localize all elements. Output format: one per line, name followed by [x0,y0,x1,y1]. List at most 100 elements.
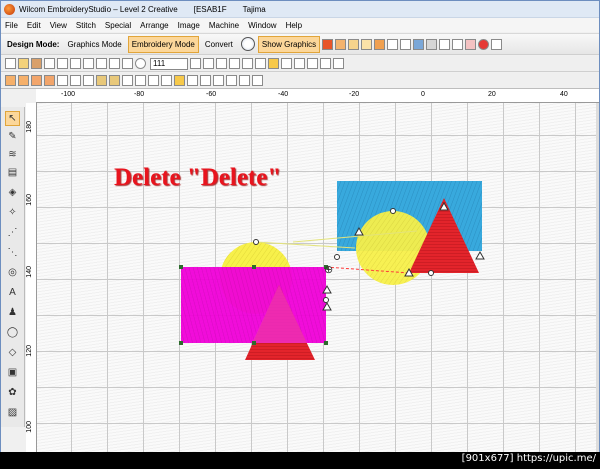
zoom-icon[interactable] [135,58,146,69]
menu-window[interactable]: Window [248,21,276,30]
stop-icon[interactable] [478,38,490,50]
object-icon-7[interactable] [83,75,94,86]
redo-icon[interactable] [122,58,133,69]
thread-icon[interactable] [268,58,279,69]
object-icon-2[interactable] [18,75,29,86]
ellipse-icon[interactable]: ◯ [5,325,20,340]
menu-help[interactable]: Help [286,21,302,30]
outline-icon[interactable]: ◈ [5,185,20,200]
menu-arrange[interactable]: Arrange [140,21,168,30]
palette-icon[interactable] [465,38,477,50]
group-icon[interactable] [294,58,305,69]
save-icon[interactable] [31,58,42,69]
menu-file[interactable]: File [5,21,18,30]
object-icon-4[interactable] [44,75,55,86]
print-icon[interactable] [44,58,55,69]
vertical-scrollbar[interactable] [596,103,599,453]
reshape-icon[interactable]: ✎ [5,129,20,144]
object-icon-20[interactable] [252,75,263,86]
list-icon[interactable] [452,38,464,50]
check-icon[interactable] [255,58,266,69]
picture-icon[interactable] [413,38,425,50]
cursor-icon: ⊕ [324,264,333,276]
satin-icon[interactable] [335,38,347,50]
menu-view[interactable]: View [50,21,67,30]
yellow-circle-right[interactable] [356,211,430,285]
zoom-input[interactable]: 111 [150,57,188,70]
rectangle-icon[interactable]: ◇ [5,345,20,360]
settings-icon[interactable] [491,38,503,50]
pan-icon[interactable] [190,58,201,69]
object-icon-11[interactable] [135,75,146,86]
graphics-mode-button[interactable]: Graphics Mode [63,36,125,53]
layers-icon[interactable]: ▣ [5,365,20,380]
flower-icon[interactable]: ✿ [5,385,20,400]
ruler-label: 0 [421,91,425,98]
fill-icon[interactable] [374,38,386,50]
applique-icon[interactable]: ◎ [5,265,20,280]
align-icon[interactable] [281,58,292,69]
object-icon-1[interactable] [5,75,16,86]
hatch-icon[interactable]: ▨ [5,405,20,420]
column-icon[interactable]: ⋱ [5,245,20,260]
hoop-icon[interactable] [242,58,253,69]
globe-icon[interactable] [240,37,255,51]
standard-toolbar: 111 [1,56,599,72]
app-logo-icon [4,3,15,15]
convert-button[interactable]: Convert [201,36,237,53]
3d-icon[interactable] [229,58,240,69]
object-icon-5[interactable] [57,75,68,86]
object-icon-3[interactable] [31,75,42,86]
trueview-icon[interactable] [216,58,227,69]
magenta-rectangle[interactable] [181,267,326,343]
application-window: Wilcom EmbroideryStudio – Level 2 Creati… [0,0,600,469]
arrange-icon[interactable] [320,58,331,69]
design-mode-toolbar: Design Mode: Graphics Mode Embroidery Mo… [1,33,599,55]
run-icon[interactable] [361,38,373,50]
digitize-icon[interactable]: ✧ [5,205,20,220]
object-icon-10[interactable] [122,75,133,86]
object-icon-12[interactable] [148,75,159,86]
menu-edit[interactable]: Edit [27,21,41,30]
run-icon[interactable]: ⋰ [5,225,20,240]
menu-stitch[interactable]: Stitch [76,21,96,30]
print-preview-icon[interactable] [57,58,68,69]
show-graphics-button[interactable]: Show Graphics [257,35,321,53]
stitch-icon[interactable]: ≋ [5,147,20,162]
object-icon-14[interactable] [174,75,185,86]
menu-image[interactable]: Image [178,21,200,30]
object-icon-9[interactable] [109,75,120,86]
object-icon-19[interactable] [239,75,250,86]
cut-icon[interactable] [70,58,81,69]
stitch-type-icon[interactable] [322,38,334,50]
ruler-label: 20 [488,91,496,98]
object-icon-17[interactable] [213,75,224,86]
monogram-icon[interactable]: ♟ [5,305,20,320]
lock-icon[interactable] [307,58,318,69]
object-icon-18[interactable] [226,75,237,86]
copy-icon[interactable] [83,58,94,69]
object-icon-6[interactable] [70,75,81,86]
fill-icon[interactable]: ▤ [5,165,20,180]
object-icon-16[interactable] [200,75,211,86]
grid-icon[interactable] [387,38,399,50]
table-icon[interactable] [400,38,412,50]
grid-2-icon[interactable] [439,38,451,50]
embroidery-mode-button[interactable]: Embroidery Mode [127,35,199,53]
object-icon-13[interactable] [161,75,172,86]
shield-icon[interactable] [426,38,438,50]
object-icon-8[interactable] [96,75,107,86]
distribute-icon[interactable] [333,58,344,69]
menu-special[interactable]: Special [105,21,131,30]
design-canvas[interactable]: ⊕ Delete "Delete" [37,103,597,453]
show-stitches-icon[interactable] [203,58,214,69]
pointer-icon[interactable]: ↖ [5,111,20,126]
text-icon[interactable]: A [5,285,20,300]
paste-icon[interactable] [96,58,107,69]
new-icon[interactable] [5,58,16,69]
tatami-icon[interactable] [348,38,360,50]
open-icon[interactable] [18,58,29,69]
menu-machine[interactable]: Machine [209,21,239,30]
undo-icon[interactable] [109,58,120,69]
object-icon-15[interactable] [187,75,198,86]
